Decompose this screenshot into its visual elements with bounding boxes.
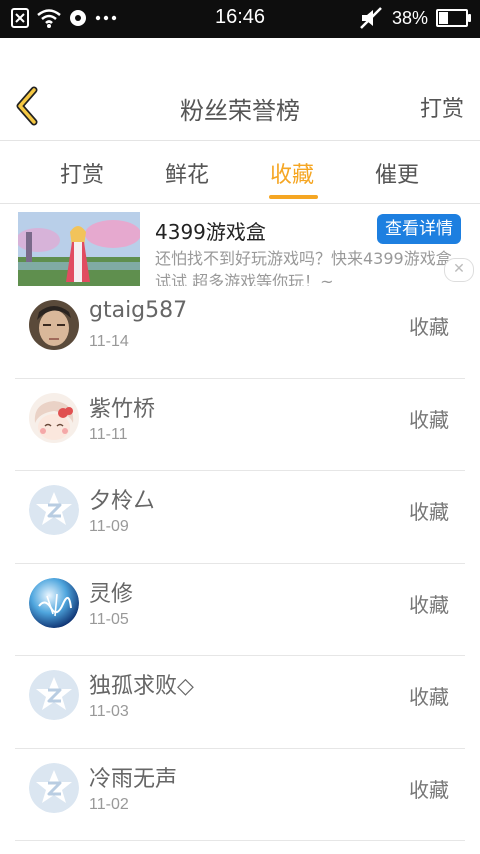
avatar <box>29 577 79 628</box>
favorite-date: 11-09 <box>89 518 129 535</box>
close-icon[interactable]: ✕ <box>444 258 474 282</box>
avatar <box>29 300 79 350</box>
favorites-list: gtaig587 11-14 收藏 紫竹桥 11-11 收藏 夕柃厶 11-09… <box>15 286 465 841</box>
view-details-button[interactable]: 查看详情 <box>377 214 461 244</box>
tab-flowers[interactable]: 鲜花 <box>165 157 209 189</box>
active-tab-indicator <box>269 195 318 199</box>
favorite-label: 收藏 <box>409 500 449 524</box>
list-item[interactable]: 紫竹桥 11-11 收藏 <box>15 379 465 471</box>
ad-description: 还怕找不到好玩游戏吗？快来4399游戏盒试试 超多游戏等你玩！~ <box>155 249 452 286</box>
app-header: 粉丝荣誉榜 打赏 <box>0 38 480 141</box>
default-avatar-icon <box>29 670 79 720</box>
list-item[interactable]: 独孤求败◇ 11-03 收藏 <box>15 656 465 749</box>
default-avatar-icon <box>29 485 79 535</box>
tab-bar: 打赏 鲜花 收藏 催更 <box>0 141 480 204</box>
list-item[interactable]: 冷雨无声 11-02 收藏 <box>15 749 465 841</box>
favorite-label: 收藏 <box>409 407 449 432</box>
list-item[interactable]: 灵修 11-05 收藏 <box>15 564 465 656</box>
favorite-label: 收藏 <box>409 685 449 709</box>
user-name: 紫竹桥 <box>89 396 156 422</box>
tab-favorites[interactable]: 收藏 <box>270 157 314 189</box>
favorite-date: 11-02 <box>89 795 129 813</box>
favorite-date: 11-11 <box>89 425 128 443</box>
user-name: 独孤求败◇ <box>89 674 194 699</box>
list-item[interactable]: 夕柃厶 11-09 收藏 <box>15 471 465 564</box>
favorite-date: 11-14 <box>89 333 129 350</box>
page-title: 粉丝荣誉榜 <box>180 97 300 125</box>
battery-icon <box>436 9 471 27</box>
battery-percent: 38% <box>391 7 428 28</box>
default-avatar-icon <box>29 762 79 813</box>
status-right-icons: 38% <box>358 6 471 30</box>
user-name: gtaig587 <box>89 298 188 323</box>
favorite-date: 11-03 <box>89 703 129 720</box>
favorite-date: 11-05 <box>89 610 129 628</box>
tab-urge-update[interactable]: 催更 <box>375 157 419 189</box>
reward-button[interactable]: 打赏 <box>420 91 464 123</box>
tab-reward[interactable]: 打赏 <box>60 157 104 189</box>
mute-icon <box>360 7 382 29</box>
ad-game-image <box>18 212 140 286</box>
favorite-label: 收藏 <box>409 592 449 617</box>
user-name: 夕柃厶 <box>89 489 156 514</box>
ad-title: 4399游戏盒 <box>155 220 266 244</box>
user-name: 灵修 <box>89 581 134 607</box>
ad-banner[interactable]: 4399游戏盒 查看详情 还怕找不到好玩游戏吗？快来4399游戏盒试试 超多游戏… <box>0 204 480 286</box>
status-bar: 16:46 38% <box>0 0 480 38</box>
user-name: 冷雨无声 <box>89 766 178 792</box>
favorite-label: 收藏 <box>409 315 449 339</box>
avatar <box>29 392 79 443</box>
list-item[interactable]: gtaig587 11-14 收藏 <box>15 286 465 379</box>
favorite-label: 收藏 <box>409 777 449 802</box>
battery-fill <box>439 12 448 24</box>
